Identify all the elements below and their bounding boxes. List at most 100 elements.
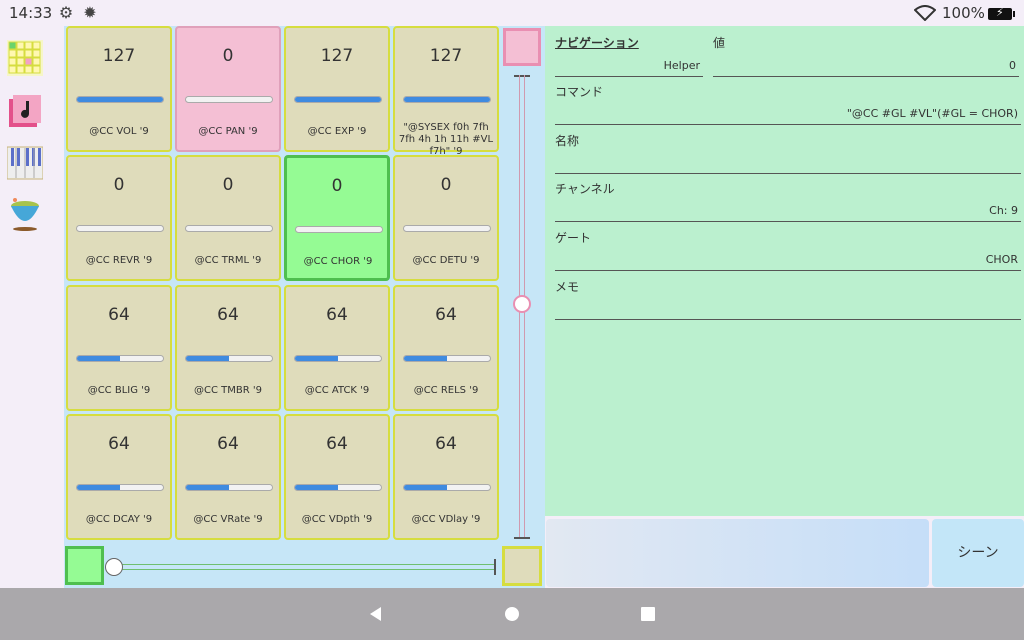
pad-9[interactable]: 64 @CC BLIG '9 <box>66 285 172 411</box>
pad-11[interactable]: 64 @CC ATCK '9 <box>284 285 390 411</box>
pad-value: 64 <box>217 305 239 325</box>
command-label: コマンド <box>555 85 604 99</box>
pad-name: @CC CHOR '9 <box>303 256 373 267</box>
pad-level-fill <box>186 485 229 490</box>
pad-value: 64 <box>108 305 130 325</box>
pad-13[interactable]: 64 @CC DCAY '9 <box>66 414 172 540</box>
pad-level-bar <box>294 355 382 362</box>
pad-level-bar <box>403 225 491 232</box>
pad-name: @CC REVR '9 <box>85 255 153 266</box>
pad-10[interactable]: 64 @CC TMBR '9 <box>175 285 281 411</box>
pad-name: @CC DCAY '9 <box>85 514 153 525</box>
pad-value: 64 <box>435 305 457 325</box>
pad-value: 64 <box>108 434 130 454</box>
pad-4[interactable]: 127 "@SYSEX f0h 7fh 7fh 4h 1h 11h #VL f7h… <box>393 26 499 157</box>
pad-level-bar <box>185 484 273 491</box>
horizontal-slider-knob[interactable] <box>105 558 123 576</box>
pad-name: @CC VRate '9 <box>193 514 263 525</box>
pad-level-bar <box>294 484 382 491</box>
navigation-field[interactable]: Helper <box>555 57 703 77</box>
settings-gear-icon: ✹ <box>83 3 97 22</box>
pad-6[interactable]: 0 @CC TRML '9 <box>175 155 281 281</box>
pad-name: @CC VOL '9 <box>89 126 149 137</box>
pad-level-bar <box>76 225 164 232</box>
vertical-slider-knob[interactable] <box>513 295 531 313</box>
pad-1[interactable]: 127 @CC VOL '9 <box>66 26 172 152</box>
pad-5[interactable]: 0 @CC REVR '9 <box>66 155 172 281</box>
pad-name: @CC ATCK '9 <box>304 385 370 396</box>
pad-level-fill <box>404 356 447 361</box>
pad-16[interactable]: 64 @CC VDlay '9 <box>393 414 499 540</box>
pad-value: 0 <box>222 46 234 66</box>
pad-value: 64 <box>326 305 348 325</box>
horizontal-slider-end-cap <box>494 559 496 575</box>
pad-2[interactable]: 0 @CC PAN '9 <box>175 26 281 152</box>
pad-level-bar <box>185 96 273 103</box>
memo-label: メモ <box>555 280 580 294</box>
channel-label: チャンネル <box>555 182 615 196</box>
pad-grid-app-icon[interactable] <box>7 40 43 76</box>
pad-value: 127 <box>102 46 136 66</box>
pad-level-bar <box>185 355 273 362</box>
vertical-slider-top-button[interactable] <box>503 28 541 66</box>
pad-value: 64 <box>217 434 239 454</box>
pad-value: 0 <box>440 175 452 195</box>
pad-value: 0 <box>222 175 234 195</box>
tea-bowl-app-icon[interactable] <box>7 196 43 232</box>
clock: 14:33 <box>9 4 53 22</box>
pad-7[interactable]: 0 @CC CHOR '9 <box>284 155 390 281</box>
pad-level-fill <box>77 485 120 490</box>
pad-name: @CC PAN '9 <box>198 126 258 137</box>
music-note-app-icon[interactable] <box>7 93 43 129</box>
pad-name: @CC TRML '9 <box>194 255 262 266</box>
name-field[interactable] <box>555 154 1021 174</box>
wifi-icon <box>914 5 936 21</box>
memo-field[interactable] <box>555 300 1021 320</box>
home-circle-icon[interactable] <box>500 602 524 626</box>
properties-panel: ナビゲーション 値 Helper 0 コマンド "@CC #GL #VL"(#G… <box>545 26 1024 516</box>
settings-gear-outline-icon: ⚙ <box>58 3 74 22</box>
gate-label: ゲート <box>555 231 592 245</box>
pad-level-fill <box>77 356 120 361</box>
pad-8[interactable]: 0 @CC DETU '9 <box>393 155 499 281</box>
pad-name: @CC EXP '9 <box>307 126 367 137</box>
pad-level-bar <box>295 226 383 233</box>
pad-value: 127 <box>429 46 463 66</box>
pad-3[interactable]: 127 @CC EXP '9 <box>284 26 390 152</box>
corner-pad-button[interactable] <box>502 546 542 586</box>
pad-name: "@SYSEX f0h 7fh 7fh 4h 1h 11h #VL f7h" '… <box>398 122 494 157</box>
transport-area-button[interactable] <box>546 519 929 587</box>
battery-charging-icon: ⚡ <box>988 6 1015 20</box>
pad-name: @CC DETU '9 <box>412 255 480 266</box>
pad-14[interactable]: 64 @CC VRate '9 <box>175 414 281 540</box>
pad-15[interactable]: 64 @CC VDpth '9 <box>284 414 390 540</box>
vertical-slider-bottom-cap <box>514 537 530 539</box>
pad-value: 64 <box>326 434 348 454</box>
pad-12[interactable]: 64 @CC RELS '9 <box>393 285 499 411</box>
system-nav-bar <box>0 588 1024 640</box>
battery-percent: 100% <box>942 4 985 22</box>
horizontal-slider-left-button[interactable] <box>65 546 104 585</box>
value-field[interactable]: 0 <box>713 57 1019 77</box>
back-triangle-icon[interactable] <box>364 602 388 626</box>
gate-field[interactable]: CHOR <box>555 251 1021 271</box>
pad-name: @CC VDlay '9 <box>411 514 481 525</box>
channel-field[interactable]: Ch: 9 <box>555 202 1021 222</box>
pad-name: @CC BLIG '9 <box>87 385 151 396</box>
recents-square-icon[interactable] <box>636 602 660 626</box>
status-bar: 14:33 ⚙ ✹ 100% ⚡ <box>0 0 1024 26</box>
pad-level-bar <box>403 96 491 103</box>
pad-level-fill <box>295 97 381 102</box>
scene-button[interactable]: シーン <box>932 519 1024 587</box>
horizontal-slider-track[interactable] <box>112 559 496 575</box>
pad-level-bar <box>403 484 491 491</box>
pad-level-fill <box>404 97 490 102</box>
command-field[interactable]: "@CC #GL #VL"(#GL = CHOR) <box>555 105 1021 125</box>
navigation-link[interactable]: ナビゲーション <box>555 34 639 51</box>
pad-level-fill <box>186 356 229 361</box>
piano-keyboard-app-icon[interactable] <box>7 145 43 181</box>
pad-name: @CC TMBR '9 <box>194 385 262 396</box>
pad-value: 0 <box>331 176 343 196</box>
pad-level-bar <box>76 355 164 362</box>
pad-name: @CC VDpth '9 <box>301 514 373 525</box>
